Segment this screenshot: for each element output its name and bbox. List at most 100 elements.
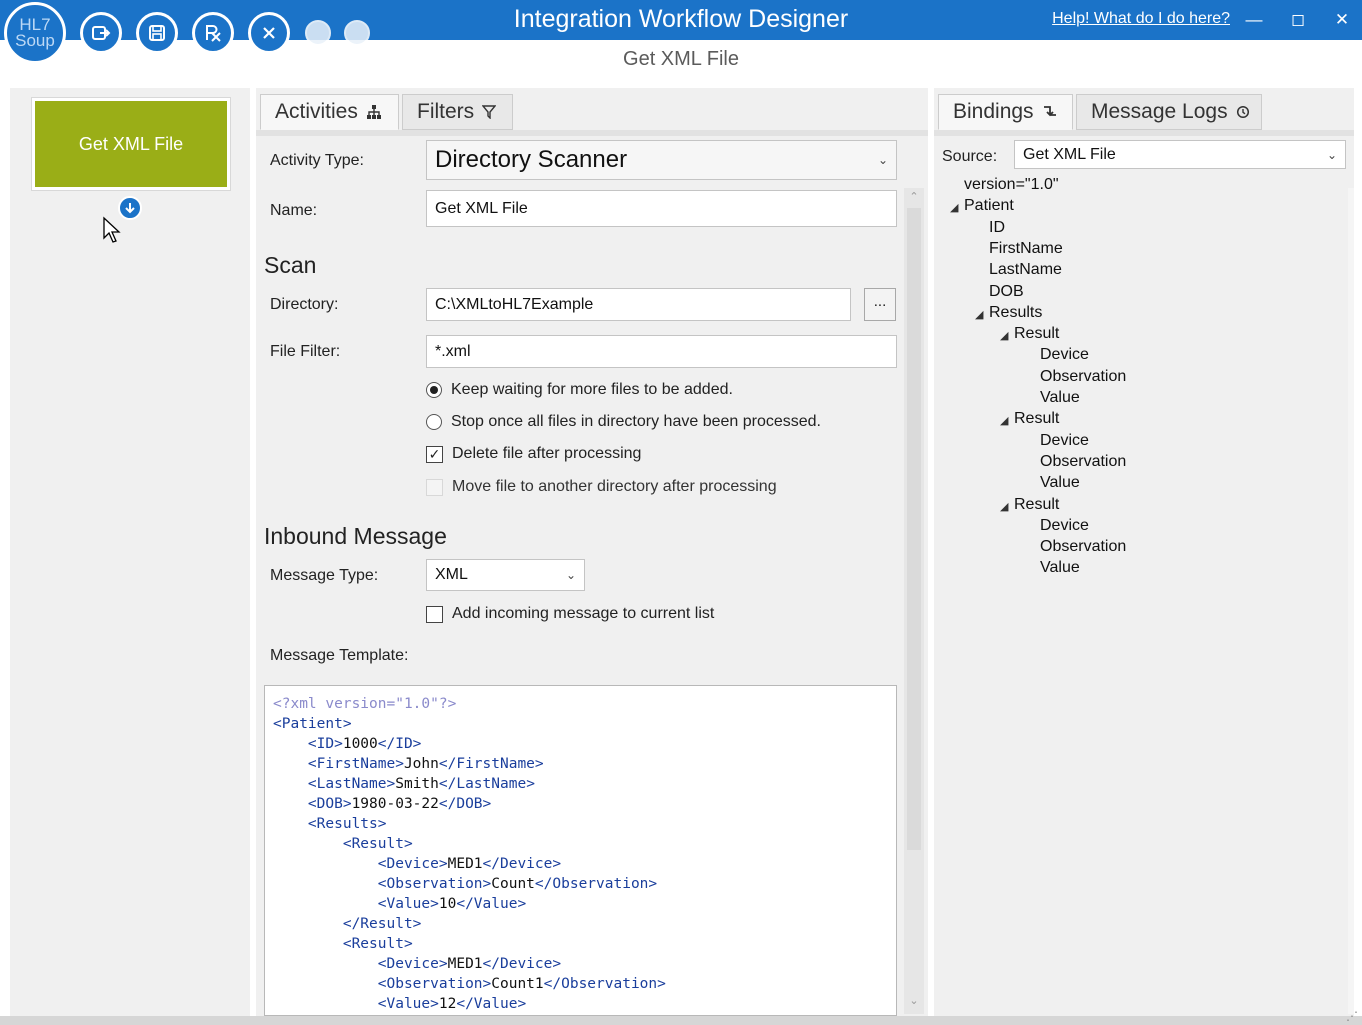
checkbox[interactable] bbox=[426, 605, 443, 623]
browse-directory-button[interactable]: ... bbox=[864, 288, 896, 321]
tree-node[interactable]: Observation bbox=[1040, 453, 1126, 471]
tree-node[interactable]: Result bbox=[1014, 496, 1059, 514]
scroll-down-icon[interactable]: ⌄ bbox=[904, 994, 924, 1007]
inbound-message-heading: Inbound Message bbox=[264, 523, 447, 549]
save-button[interactable] bbox=[136, 12, 178, 54]
activity-type-dropdown[interactable]: Directory Scanner ⌄ bbox=[426, 140, 897, 180]
tree-node[interactable]: Device bbox=[1040, 346, 1089, 364]
run-button[interactable] bbox=[192, 12, 234, 54]
tab-message-logs[interactable]: Message Logs bbox=[1076, 94, 1262, 130]
xml-tag: </Value> bbox=[456, 996, 527, 1012]
export-button[interactable] bbox=[80, 12, 122, 54]
code-line: <ID>1000</ID> bbox=[273, 734, 666, 754]
workflow-node-label: Get XML File bbox=[78, 133, 184, 154]
checkbox-disabled[interactable] bbox=[426, 478, 443, 496]
tree-node[interactable]: Result bbox=[1014, 325, 1059, 343]
minimize-button[interactable]: — bbox=[1242, 8, 1266, 32]
checkbox-add-incoming[interactable]: Add incoming message to current list bbox=[426, 605, 714, 623]
tab-bindings[interactable]: Bindings bbox=[938, 94, 1073, 130]
minimize-icon: — bbox=[1245, 10, 1263, 29]
expand-caret-icon[interactable]: ◢ bbox=[1000, 414, 1008, 427]
checkbox-move-file[interactable]: Move file to another directory after pro… bbox=[426, 478, 777, 496]
file-filter-field[interactable]: *.xml bbox=[426, 335, 897, 368]
tree-node[interactable]: Value bbox=[1040, 474, 1080, 492]
mouse-cursor-icon bbox=[103, 216, 121, 243]
code-line: <Patient> bbox=[273, 714, 666, 734]
message-template-editor[interactable]: <?xml version="1.0"?> <Patient> <ID>1000<… bbox=[264, 685, 897, 1016]
tree-node[interactable]: DOB bbox=[989, 283, 1024, 301]
xml-tag: <Value> bbox=[377, 896, 439, 912]
directory-field[interactable]: C:\XMLtoHL7Example bbox=[426, 288, 851, 321]
status-strip: ⋰ bbox=[0, 1009, 1362, 1025]
scrollbar-thumb[interactable] bbox=[907, 208, 921, 850]
checkbox-checked[interactable]: ✓ bbox=[426, 445, 443, 463]
tree-node[interactable]: LastName bbox=[989, 261, 1062, 279]
expand-caret-icon[interactable]: ◢ bbox=[950, 201, 958, 214]
xml-tag: </FirstName> bbox=[438, 756, 544, 772]
workflow-node[interactable]: Get XML File bbox=[32, 98, 230, 190]
scan-heading: Scan bbox=[264, 252, 317, 278]
tree-node[interactable]: Observation bbox=[1040, 538, 1126, 556]
tree-node[interactable]: Value bbox=[1040, 389, 1080, 407]
maximize-button[interactable]: ◻ bbox=[1286, 8, 1310, 32]
radio-stop-when-done[interactable]: Stop once all files in directory have be… bbox=[426, 413, 821, 431]
message-type-value: XML bbox=[435, 566, 468, 583]
tree-node[interactable]: Device bbox=[1040, 432, 1089, 450]
source-dropdown[interactable]: Get XML File ⌄ bbox=[1014, 140, 1346, 169]
help-link[interactable]: Help! What do I do here? bbox=[1052, 10, 1230, 28]
save-icon bbox=[149, 25, 165, 41]
tree-node[interactable]: Results bbox=[989, 304, 1042, 322]
tree-node[interactable]: Value bbox=[1040, 559, 1080, 577]
xml-tag: <Result> bbox=[342, 936, 413, 952]
name-field[interactable]: Get XML File bbox=[426, 190, 897, 227]
tree-node[interactable]: FirstName bbox=[989, 240, 1063, 258]
tree-node[interactable]: Result bbox=[1014, 410, 1059, 428]
xml-tag: </Device> bbox=[482, 856, 562, 872]
workflow-canvas[interactable]: Get XML File bbox=[10, 88, 250, 1016]
tab-activities[interactable]: Activities bbox=[260, 94, 399, 130]
xml-text: MED1 bbox=[447, 956, 483, 972]
checkbox-move-label: Move file to another directory after pro… bbox=[452, 478, 777, 495]
xml-tag: </Result> bbox=[342, 916, 422, 932]
disabled-toolbar-button[interactable] bbox=[305, 20, 331, 46]
maximize-icon: ◻ bbox=[1290, 10, 1306, 29]
activity-type-value: Directory Scanner bbox=[435, 146, 628, 173]
tree-node[interactable]: version="1.0" bbox=[964, 176, 1059, 194]
xml-tag: </Value> bbox=[456, 896, 527, 912]
disabled-toolbar-button[interactable] bbox=[344, 20, 370, 46]
radio-keep-waiting[interactable]: Keep waiting for more files to be added. bbox=[426, 381, 733, 399]
xml-code: <?xml version="1.0"?> <Patient> <ID>1000<… bbox=[273, 694, 666, 1014]
radio-button-selected[interactable] bbox=[426, 382, 442, 398]
close-workflow-button[interactable] bbox=[248, 12, 290, 54]
code-line: <Device>MED1</Device> bbox=[273, 954, 666, 974]
directory-label: Directory: bbox=[270, 296, 339, 313]
tab-strip bbox=[934, 130, 1354, 136]
tree-node[interactable]: ID bbox=[989, 219, 1005, 237]
hierarchy-icon bbox=[366, 105, 381, 119]
chevron-down-icon: ⌄ bbox=[877, 153, 888, 167]
expand-caret-icon[interactable]: ◢ bbox=[975, 308, 983, 321]
radio-button[interactable] bbox=[426, 414, 442, 430]
tree-node[interactable]: Patient bbox=[964, 197, 1014, 215]
scroll-up-icon[interactable]: ⌃ bbox=[904, 190, 924, 203]
tree-node[interactable]: Observation bbox=[1040, 368, 1126, 386]
tab-filters[interactable]: Filters bbox=[402, 94, 513, 130]
tree-scrollbar[interactable] bbox=[1348, 188, 1354, 1014]
expand-caret-icon[interactable]: ◢ bbox=[1000, 329, 1008, 342]
message-type-dropdown[interactable]: XML ⌄ bbox=[426, 559, 585, 591]
checkbox-delete-file[interactable]: ✓ Delete file after processing bbox=[426, 445, 641, 463]
radio-keep-waiting-label: Keep waiting for more files to be added. bbox=[451, 381, 733, 398]
resize-grip-icon[interactable]: ⋰ bbox=[1346, 1009, 1358, 1023]
code-line: <FirstName>John</FirstName> bbox=[273, 754, 666, 774]
code-line: <Result> bbox=[273, 934, 666, 954]
activity-type-label: Activity Type: bbox=[270, 152, 364, 169]
app-logo[interactable]: HL7 Soup bbox=[4, 2, 66, 64]
close-window-button[interactable]: ✕ bbox=[1330, 8, 1354, 32]
vertical-scrollbar[interactable]: ⌃ ⌄ bbox=[904, 188, 924, 1014]
source-label: Source: bbox=[942, 148, 998, 165]
code-line: <LastName>Smith</LastName> bbox=[273, 774, 666, 794]
xml-tag: </ID> bbox=[377, 736, 422, 752]
tree-node[interactable]: Device bbox=[1040, 517, 1089, 535]
arrow-down-icon bbox=[125, 203, 135, 214]
expand-caret-icon[interactable]: ◢ bbox=[1000, 500, 1008, 513]
